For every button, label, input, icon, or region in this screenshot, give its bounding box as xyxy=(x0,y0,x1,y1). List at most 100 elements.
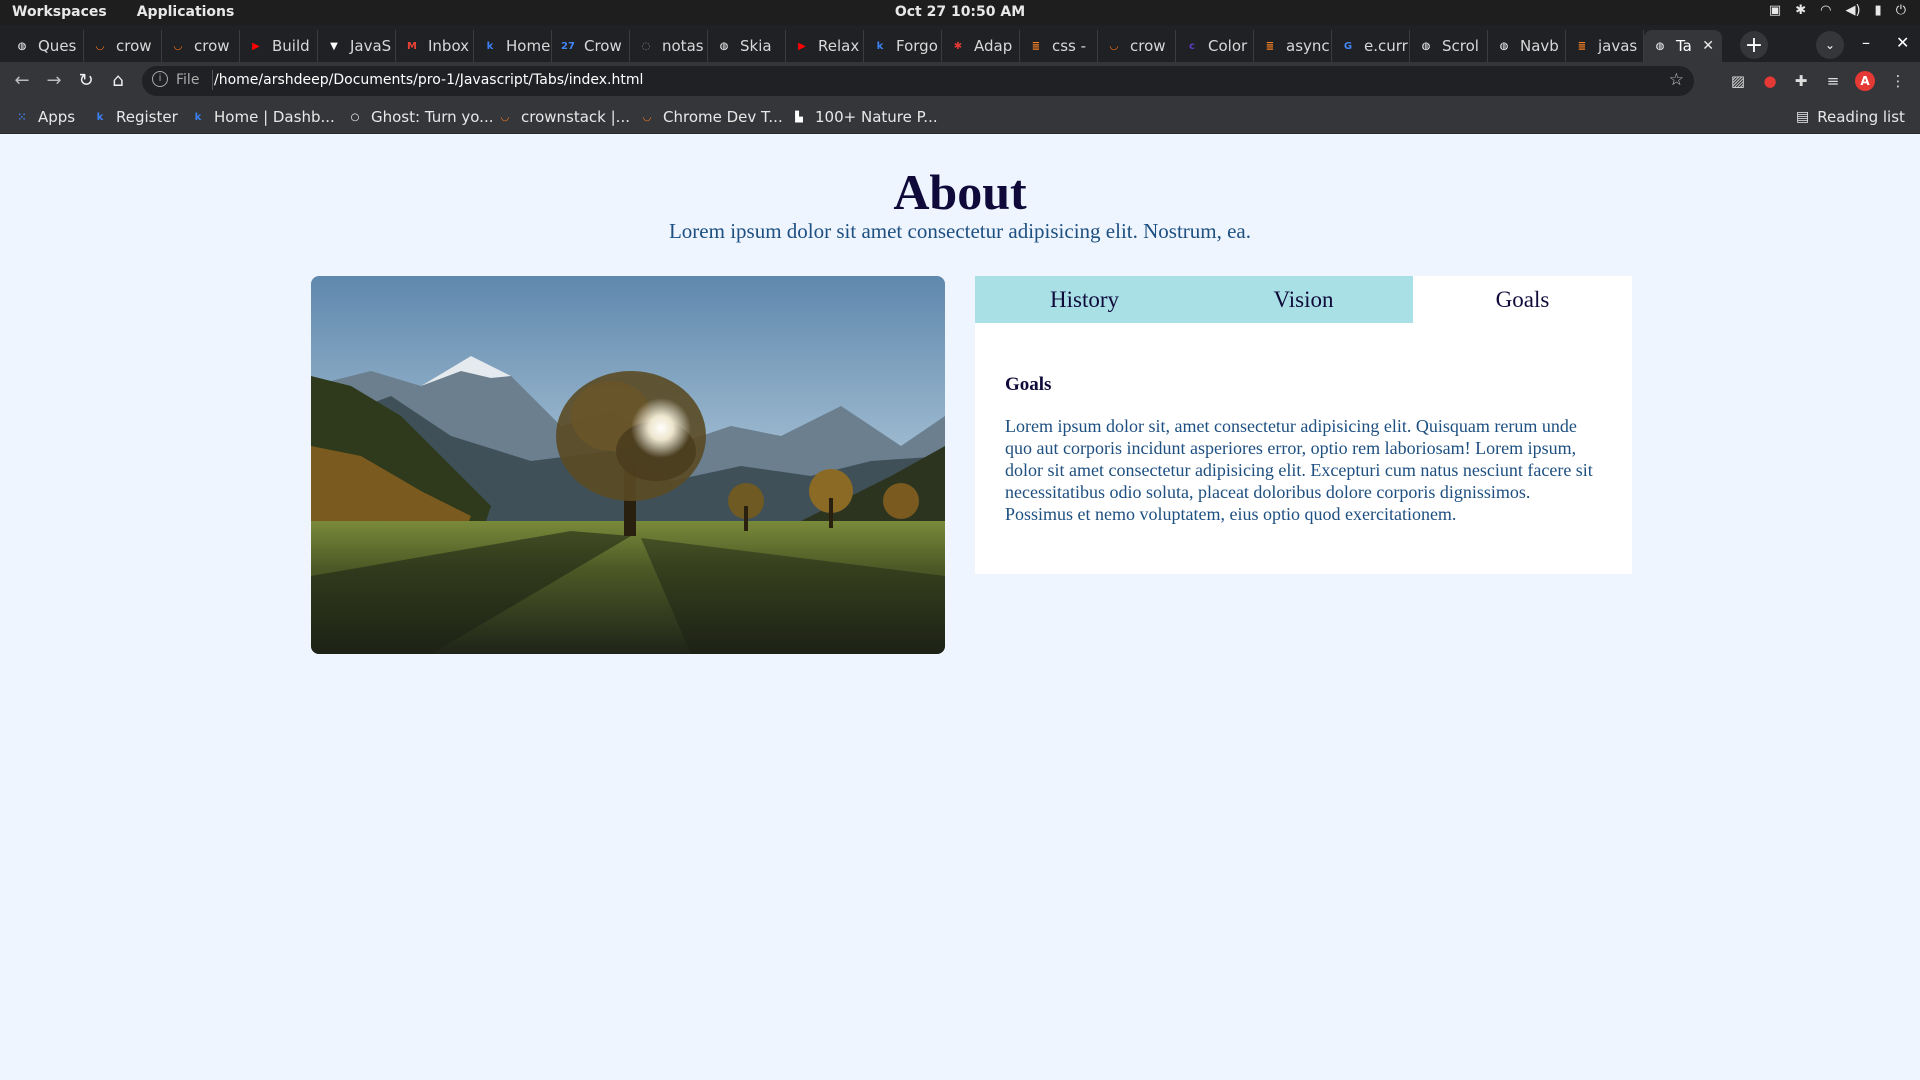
bookmark-label: crownstack |... xyxy=(521,108,630,126)
volume-icon[interactable]: ◀) xyxy=(1845,3,1860,18)
reading-list[interactable]: ▤ Reading list xyxy=(1796,108,1905,126)
browser-tab-label: Ques xyxy=(38,37,77,55)
k-icon: k xyxy=(486,40,494,52)
gmail-icon: M xyxy=(407,40,417,52)
page-title: About xyxy=(893,164,1027,220)
browser-tab-label: crow xyxy=(1130,37,1166,55)
os-clock[interactable]: Oct 27 10:50 AM xyxy=(0,4,1920,20)
browser-tab[interactable]: M Inbox xyxy=(396,30,474,62)
browser-tab-label: Home xyxy=(506,37,551,55)
profile-avatar[interactable]: A xyxy=(1855,71,1875,91)
browser-tab-label: Build xyxy=(272,37,310,55)
bookmark-label: Ghost: Turn yo... xyxy=(371,108,494,126)
browser-tab-label: javas xyxy=(1598,37,1638,55)
bookmark-label: Register xyxy=(116,108,178,126)
tab-goals[interactable]: Goals xyxy=(1413,276,1632,323)
address-divider xyxy=(212,70,213,90)
display-icon[interactable]: ▣ xyxy=(1769,3,1781,18)
k-icon: k xyxy=(194,111,202,123)
crownstack-icon: ◡ xyxy=(174,40,182,52)
browser-tab[interactable]: ◍ Ta ✕ xyxy=(1644,30,1722,62)
os-top-bar: Workspaces Applications Oct 27 10:50 AM … xyxy=(0,0,1920,25)
battery-icon[interactable]: ▮ xyxy=(1875,3,1882,18)
browser-tab[interactable]: ▶ Relax xyxy=(786,30,864,62)
address-bar[interactable]: i File /home/arshdeep/Documents/pro-1/Ja… xyxy=(142,66,1694,96)
extensions-puzzle-icon[interactable]: ✚ xyxy=(1791,71,1811,91)
browser-tab-label: Skia xyxy=(740,37,772,55)
browser-tab[interactable]: ◍ Scrol xyxy=(1410,30,1488,62)
close-tab-icon[interactable]: ✕ xyxy=(1702,38,1714,54)
bookmark-item[interactable]: ▙ 100+ Nature P... xyxy=(791,108,937,126)
browser-tab-strip: ◍ Ques ◡ crow ◡ crow ▶ Build ▼ JavaS M Inbox k Home 27… xyxy=(0,25,1920,62)
extension-icon[interactable]: ▨ xyxy=(1728,71,1748,91)
browser-tab[interactable]: ◡ crow xyxy=(1098,30,1176,62)
browser-tab-label: JavaS xyxy=(350,37,392,55)
stackoverflow-icon: ≣ xyxy=(1031,40,1041,52)
generic-globe-icon: ◍ xyxy=(1499,40,1509,52)
bookmark-label: Chrome Dev T... xyxy=(663,108,783,126)
slack-icon[interactable]: ✱ xyxy=(1795,3,1806,18)
wifi-icon[interactable]: ◠ xyxy=(1820,3,1831,18)
bookmark-star-icon[interactable]: ☆ xyxy=(1669,70,1684,90)
browser-tab[interactable]: ▶ Build xyxy=(240,30,318,62)
c-icon: c xyxy=(1189,40,1195,52)
browser-tab-label: css - xyxy=(1052,37,1087,55)
bookmark-item[interactable]: k Register xyxy=(92,108,178,126)
browser-tab-label: Relax xyxy=(818,37,860,55)
browser-tab[interactable]: 27 Crow xyxy=(552,30,630,62)
google-icon: G xyxy=(1343,40,1353,52)
browser-tab[interactable]: ◍ Skia xyxy=(708,30,786,62)
apps-grid-icon: ⁙ xyxy=(17,111,27,123)
page-subtitle: Lorem ipsum dolor sit amet consectetur a… xyxy=(668,219,1252,243)
browser-tab-label: Inbox xyxy=(428,37,470,55)
tab-search-button[interactable]: ⌄ xyxy=(1816,31,1844,59)
address-url[interactable]: /home/arshdeep/Documents/pro-1/Javascrip… xyxy=(214,72,643,88)
minimize-icon[interactable]: – xyxy=(1862,33,1870,52)
browser-tab-label: Forgo xyxy=(896,37,938,55)
extension-record-icon[interactable]: ● xyxy=(1760,71,1780,91)
bookmark-item[interactable]: ◡ Chrome Dev T... xyxy=(639,108,783,126)
browser-tab[interactable]: ≣ async xyxy=(1254,30,1332,62)
bookmark-item[interactable]: ⁙ Apps xyxy=(14,108,75,126)
generic-globe-icon: ◍ xyxy=(719,40,729,52)
browser-tab-label: crow xyxy=(194,37,230,55)
browser-tab[interactable]: c Color xyxy=(1176,30,1254,62)
more-menu-icon[interactable]: ⋮ xyxy=(1888,71,1908,91)
tab-history[interactable]: History xyxy=(975,276,1194,323)
bookmark-item[interactable]: ◡ crownstack |... xyxy=(497,108,630,126)
tab-vision[interactable]: Vision xyxy=(1194,276,1413,323)
browser-tab[interactable]: ◍ Navb xyxy=(1488,30,1566,62)
browser-tab[interactable]: ◡ crow xyxy=(162,30,240,62)
forward-icon[interactable]: → xyxy=(42,70,66,91)
bookmarks-bar: ▤ Reading list ⁙ Apps k Register k Home | Das… xyxy=(0,100,1920,134)
power-icon[interactable]: ⏻ xyxy=(1896,3,1906,18)
browser-tab[interactable]: Ge.curr xyxy=(1332,30,1410,62)
bookmark-item[interactable]: ○ Ghost: Turn yo... xyxy=(347,108,494,126)
browser-tab-label: Adap xyxy=(974,37,1013,55)
bookmark-label: Apps xyxy=(38,108,76,126)
bookmark-item[interactable]: k Home | Dashb... xyxy=(190,108,335,126)
youtube-icon: ▶ xyxy=(798,40,806,52)
reload-icon[interactable]: ↻ xyxy=(74,70,98,91)
content-text: Lorem ipsum dolor sit, amet consectetur … xyxy=(1005,416,1593,524)
media-control-icon[interactable]: ≡ xyxy=(1823,71,1843,91)
browser-tab-label: Scrol xyxy=(1442,37,1479,55)
browser-tab[interactable]: ▼ JavaS xyxy=(318,30,396,62)
crownstack-icon: ◡ xyxy=(1110,40,1118,52)
browser-tab[interactable]: ◌ notas xyxy=(630,30,708,62)
browser-tab[interactable]: k Forgo xyxy=(864,30,942,62)
site-info-icon[interactable]: i xyxy=(152,71,168,87)
browser-tab[interactable]: ≣ css - xyxy=(1020,30,1098,62)
browser-tab[interactable]: ≣ javas xyxy=(1566,30,1644,62)
stackoverflow-icon: ≣ xyxy=(1577,40,1587,52)
home-icon[interactable]: ⌂ xyxy=(106,70,130,91)
close-window-icon[interactable]: ✕ xyxy=(1896,33,1909,52)
new-tab-button[interactable]: + xyxy=(1740,31,1768,59)
browser-tab[interactable]: ◡ crow xyxy=(84,30,162,62)
k-icon: k xyxy=(96,111,104,123)
browser-tab[interactable]: ◍ Ques xyxy=(6,30,84,62)
browser-tab[interactable]: ✱ Adap xyxy=(942,30,1020,62)
page-viewport: About Lorem ipsum dolor sit amet consect… xyxy=(0,135,1920,1080)
back-icon[interactable]: ← xyxy=(10,70,34,91)
browser-tab[interactable]: k Home xyxy=(474,30,552,62)
